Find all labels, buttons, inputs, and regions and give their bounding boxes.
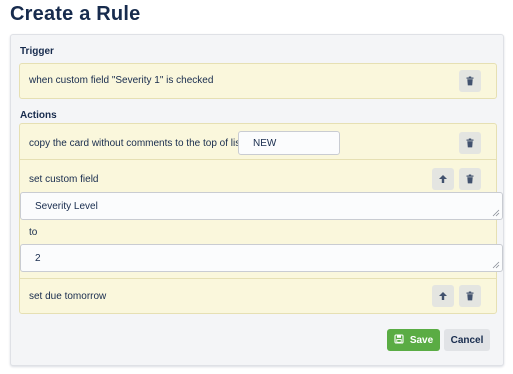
actions-section-label: Actions — [20, 110, 57, 121]
trash-icon — [465, 138, 475, 148]
action-copy-text: copy the card without comments to the to… — [29, 138, 243, 149]
page-title: Create a Rule — [10, 3, 141, 25]
trigger-text: when custom field "Severity 1" is checke… — [29, 75, 214, 86]
save-label: Save — [409, 334, 434, 346]
action-set-field-delete-button[interactable] — [459, 168, 481, 190]
trigger-section-label: Trigger — [20, 46, 54, 57]
cancel-label: Cancel — [450, 334, 484, 346]
arrow-up-icon — [438, 291, 448, 301]
trash-icon — [465, 76, 475, 86]
trigger-delete-button[interactable] — [459, 70, 481, 92]
rule-editor-panel: Trigger when custom field "Severity 1" i… — [10, 34, 504, 366]
resize-handle-icon[interactable] — [492, 261, 500, 269]
cancel-button[interactable]: Cancel — [444, 329, 490, 351]
save-icon — [394, 333, 404, 347]
arrow-up-icon — [438, 174, 448, 184]
custom-field-name-value: Severity Level — [35, 200, 98, 212]
custom-field-value-input[interactable]: 2 — [20, 244, 503, 272]
action-divider — [20, 159, 496, 160]
action-divider — [20, 278, 496, 279]
actions-list: copy the card without comments to the to… — [19, 123, 503, 314]
trash-icon — [465, 291, 475, 301]
action-set-due-text: set due tomorrow — [29, 291, 107, 302]
list-name-input[interactable]: NEW — [238, 131, 340, 155]
action-set-field-text: set custom field — [29, 174, 99, 185]
action-copy-delete-button[interactable] — [459, 132, 481, 154]
list-name-value: NEW — [253, 137, 277, 149]
action-set-due-move-up-button[interactable] — [432, 285, 454, 307]
action-set-field-move-up-button[interactable] — [432, 168, 454, 190]
action-set-field-connector: to — [29, 227, 38, 238]
custom-field-value: 2 — [35, 252, 41, 264]
custom-field-name-input[interactable]: Severity Level — [20, 192, 503, 220]
resize-handle-icon[interactable] — [492, 209, 500, 217]
trigger-row: when custom field "Severity 1" is checke… — [19, 63, 497, 99]
trash-icon — [465, 174, 475, 184]
save-button[interactable]: Save — [387, 329, 440, 351]
action-set-due-delete-button[interactable] — [459, 285, 481, 307]
